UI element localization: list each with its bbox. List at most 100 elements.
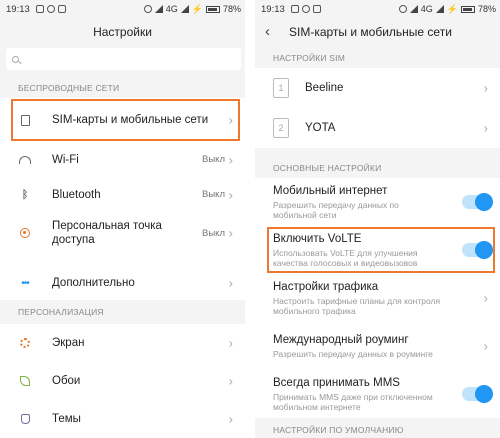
search-input[interactable]: [6, 48, 241, 70]
themes-brush-icon: [18, 412, 32, 426]
status-bar: 19:13 4G ⚡ 78%: [0, 0, 245, 18]
settings-item-hotspot[interactable]: Персональная точка доступа Выкл ›: [0, 212, 245, 254]
network-type: 4G: [165, 4, 178, 14]
settings-item-wallpaper[interactable]: Обои ›: [0, 362, 245, 400]
bluetooth-icon: ᛒ: [21, 188, 29, 201]
settings-item-themes[interactable]: Темы ›: [0, 400, 245, 438]
alarm-icon: [46, 5, 55, 13]
volte-toggle[interactable]: [462, 241, 493, 259]
network-type: 4G: [420, 4, 433, 14]
mms-toggle[interactable]: [462, 385, 493, 403]
wifi-icon: [18, 153, 32, 167]
wireless-list: SIM-карты и мобильные сети › Wi-Fi Выкл …: [0, 98, 245, 266]
setting-subtitle: Разрешить передачу данных в роуминге: [273, 349, 433, 359]
back-arrow-icon[interactable]: ‹: [265, 24, 270, 40]
settings-item-label: Wi-Fi: [52, 153, 79, 166]
message-icon: [312, 5, 321, 13]
chevron-right-icon: ›: [228, 187, 233, 202]
status-value: Выкл: [202, 154, 225, 165]
setting-mobile-internet[interactable]: Мобильный интернет Разрешить передачу да…: [255, 178, 500, 226]
screenshot-stage: 19:13 4G ⚡ 78% Настройки БЕСПРОВОДНЫЕ СЕ…: [0, 0, 500, 438]
section-header-personal: ПЕРСОНАЛИЗАЦИЯ: [18, 307, 104, 317]
chevron-right-icon: ›: [228, 275, 233, 291]
page-title-bar: ‹ SIM-карты и мобильные сети: [255, 18, 500, 46]
settings-screen: 19:13 4G ⚡ 78% Настройки БЕСПРОВОДНЫЕ СЕ…: [0, 0, 245, 438]
settings-item-label: Экран: [52, 337, 85, 349]
chevron-right-icon: ›: [483, 290, 488, 306]
setting-subtitle: Принимать MMS даже при отключенном мобил…: [273, 392, 433, 412]
section-header-default: НАСТРОЙКИ ПО УМОЛЧАНИЮ: [273, 425, 404, 435]
sim-name: Beeline: [305, 82, 344, 94]
setting-subtitle: Использовать VoLTE для улучшения качеств…: [273, 248, 418, 268]
hotspot-icon: [18, 226, 32, 240]
settings-item-label: Дополнительно: [52, 277, 135, 289]
more-dots-icon: •••: [21, 277, 29, 289]
settings-item-label: Темы: [52, 413, 81, 425]
chevron-right-icon: ›: [483, 338, 488, 354]
alarm-clock-icon: [398, 5, 407, 13]
setting-title: Мобильный интернет: [273, 185, 388, 197]
charging-icon: ⚡: [191, 3, 203, 14]
status-value: Выкл: [202, 227, 225, 239]
section-header-sim: НАСТРОЙКИ SIM: [273, 53, 346, 63]
message-icon: [57, 5, 66, 13]
setting-roaming[interactable]: Международный роуминг Разрешить передачу…: [255, 322, 500, 370]
settings-item-label: Обои: [52, 375, 81, 387]
page-title: Настройки: [93, 25, 152, 39]
page-title: SIM-карты и мобильные сети: [289, 25, 452, 39]
setting-title: Включить VoLTE: [273, 233, 362, 245]
setting-subtitle: Настроить тарифные планы для контроля мо…: [273, 296, 441, 316]
setting-title: Международный роуминг: [273, 334, 409, 346]
chevron-right-icon: ›: [483, 80, 488, 96]
sim-card-icon: [18, 113, 32, 127]
signal-icon: [409, 5, 418, 13]
sim-name: YOTA: [305, 122, 336, 134]
chevron-right-icon: ›: [228, 335, 233, 351]
settings-item-label: SIM-карты и мобильные сети: [52, 114, 209, 126]
chevron-right-icon: ›: [483, 120, 488, 136]
setting-title: Всегда принимать MMS: [273, 377, 400, 389]
settings-item-label: Персональная точка доступа: [52, 220, 162, 246]
signal-icon: [154, 5, 163, 13]
section-header-basic: ОСНОВНЫЕ НАСТРОЙКИ: [273, 163, 382, 173]
sim-slot-1[interactable]: 1 Beeline ›: [255, 68, 500, 108]
chevron-right-icon: ›: [228, 225, 233, 241]
setting-title: Настройки трафика: [273, 281, 379, 293]
setting-traffic[interactable]: Настройки трафика Настроить тарифные пла…: [255, 274, 500, 322]
setting-mms[interactable]: Всегда принимать MMS Принимать MMS даже …: [255, 370, 500, 418]
sim-slot-2[interactable]: 2 YOTA ›: [255, 108, 500, 148]
status-value: Выкл: [202, 189, 225, 200]
settings-item-display[interactable]: Экран ›: [0, 324, 245, 362]
status-time: 19:13: [6, 3, 30, 15]
battery-percent: 78%: [477, 4, 496, 14]
battery-icon: [205, 5, 220, 13]
settings-item-label: Bluetooth: [52, 188, 101, 201]
setting-volte[interactable]: Включить VoLTE Использовать VoLTE для ул…: [255, 226, 500, 274]
settings-item-sim-cards[interactable]: SIM-карты и мобильные сети ›: [0, 98, 245, 142]
notification-icon: [35, 5, 44, 13]
mobile-internet-toggle[interactable]: [462, 193, 493, 211]
settings-item-bluetooth[interactable]: ᛒ Bluetooth Выкл ›: [0, 177, 245, 212]
alarm-icon: [301, 5, 310, 13]
chevron-right-icon: ›: [228, 373, 233, 389]
status-time: 19:13: [261, 3, 285, 15]
battery-percent: 78%: [222, 4, 241, 14]
notification-icon: [290, 5, 299, 13]
sim-slot-icon: 1: [273, 78, 289, 98]
settings-item-more[interactable]: ••• Дополнительно ›: [0, 266, 245, 300]
signal-icon-2: [180, 5, 189, 13]
sim-slot-icon: 2: [273, 118, 289, 138]
more-list: ••• Дополнительно ›: [0, 266, 245, 300]
personal-list: Экран › Обои › Темы ›: [0, 324, 245, 438]
battery-icon: [460, 5, 475, 13]
sim-settings-screen: 19:13 4G ⚡ 78% ‹ SIM-карты и мобильные с…: [255, 0, 500, 438]
status-bar: 19:13 4G ⚡ 78%: [255, 0, 500, 18]
alarm-clock-icon: [143, 5, 152, 13]
signal-icon-2: [435, 5, 444, 13]
charging-icon: ⚡: [446, 3, 458, 14]
chevron-right-icon: ›: [228, 112, 233, 128]
settings-item-wifi[interactable]: Wi-Fi Выкл ›: [0, 142, 245, 177]
display-sun-icon: [18, 336, 32, 350]
sim-list: 1 Beeline › 2 YOTA ›: [255, 68, 500, 148]
wallpaper-leaf-icon: [18, 374, 32, 388]
